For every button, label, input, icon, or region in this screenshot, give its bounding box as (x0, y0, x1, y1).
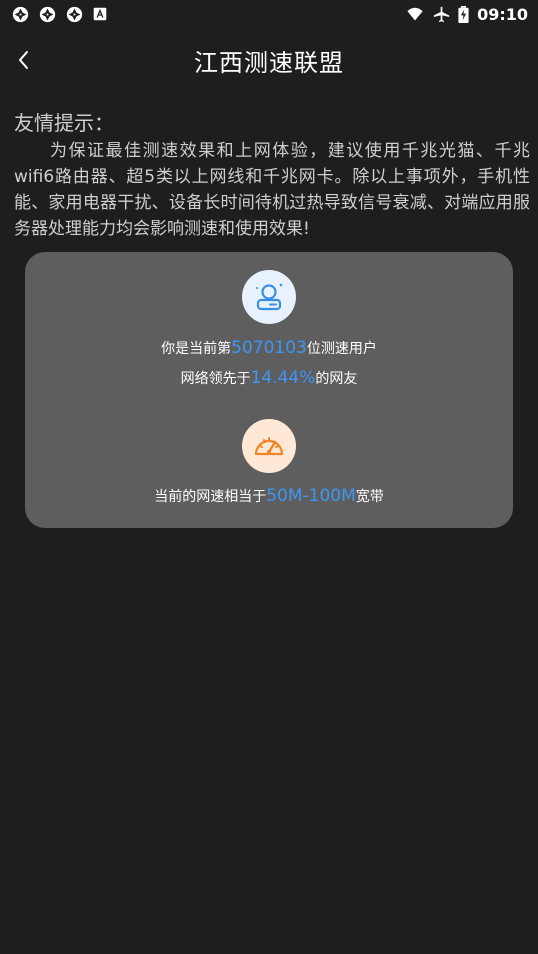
status-system-icons: 09:10 (405, 5, 528, 24)
user-icon-badge (242, 270, 296, 324)
chevron-left-icon (19, 51, 28, 69)
lead-suffix: 的网友 (315, 371, 358, 387)
page-title: 江西测速联盟 (194, 48, 344, 77)
tip-heading: 友情提示： (14, 111, 114, 135)
user-icon (256, 283, 283, 311)
result-card: 你是当前第5070103位测速用户 网络领先于14.44%的网友 当前的网速相当… (25, 252, 513, 528)
tip-body: 为保证最佳测速效果和上网体验，建议使用千兆光猫、千兆wifi6路由器、超5类以上… (14, 141, 530, 239)
lead-line: 网络领先于14.44%的网友 (25, 368, 513, 388)
lead-prefix: 网络领先于 (180, 371, 251, 387)
rank-prefix: 你是当前第 (161, 341, 232, 357)
aperture-icon (39, 6, 56, 22)
battery-charging-icon (458, 5, 469, 23)
status-notification-icons (12, 6, 107, 23)
speed-prefix: 当前的网速相当于 (154, 489, 267, 505)
status-time: 09:10 (477, 4, 528, 24)
font-a-icon (93, 7, 107, 21)
lead-value: 14.44% (250, 368, 316, 388)
rank-line: 你是当前第5070103位测速用户 (25, 338, 513, 358)
speed-line: 当前的网速相当于50M-100M宽带 (25, 486, 513, 506)
speedometer-icon-badge (242, 419, 296, 473)
airplane-icon (433, 6, 450, 22)
aperture-icon (66, 6, 83, 22)
back-button[interactable] (8, 44, 40, 76)
speedometer-icon (254, 437, 284, 456)
rank-value: 5070103 (231, 338, 307, 358)
speed-suffix: 宽带 (355, 489, 384, 505)
aperture-icon (12, 6, 29, 22)
rank-suffix: 位测速用户 (306, 341, 377, 357)
status-bar: 09:10 (0, 0, 538, 28)
speed-value: 50M-100M (266, 486, 356, 506)
wifi-icon (407, 7, 423, 20)
app-bar: 江西测速联盟 (0, 36, 538, 84)
tip-section: 友情提示： 为保证最佳测速效果和上网体验，建议使用千兆光猫、千兆wifi6路由器… (14, 110, 530, 242)
